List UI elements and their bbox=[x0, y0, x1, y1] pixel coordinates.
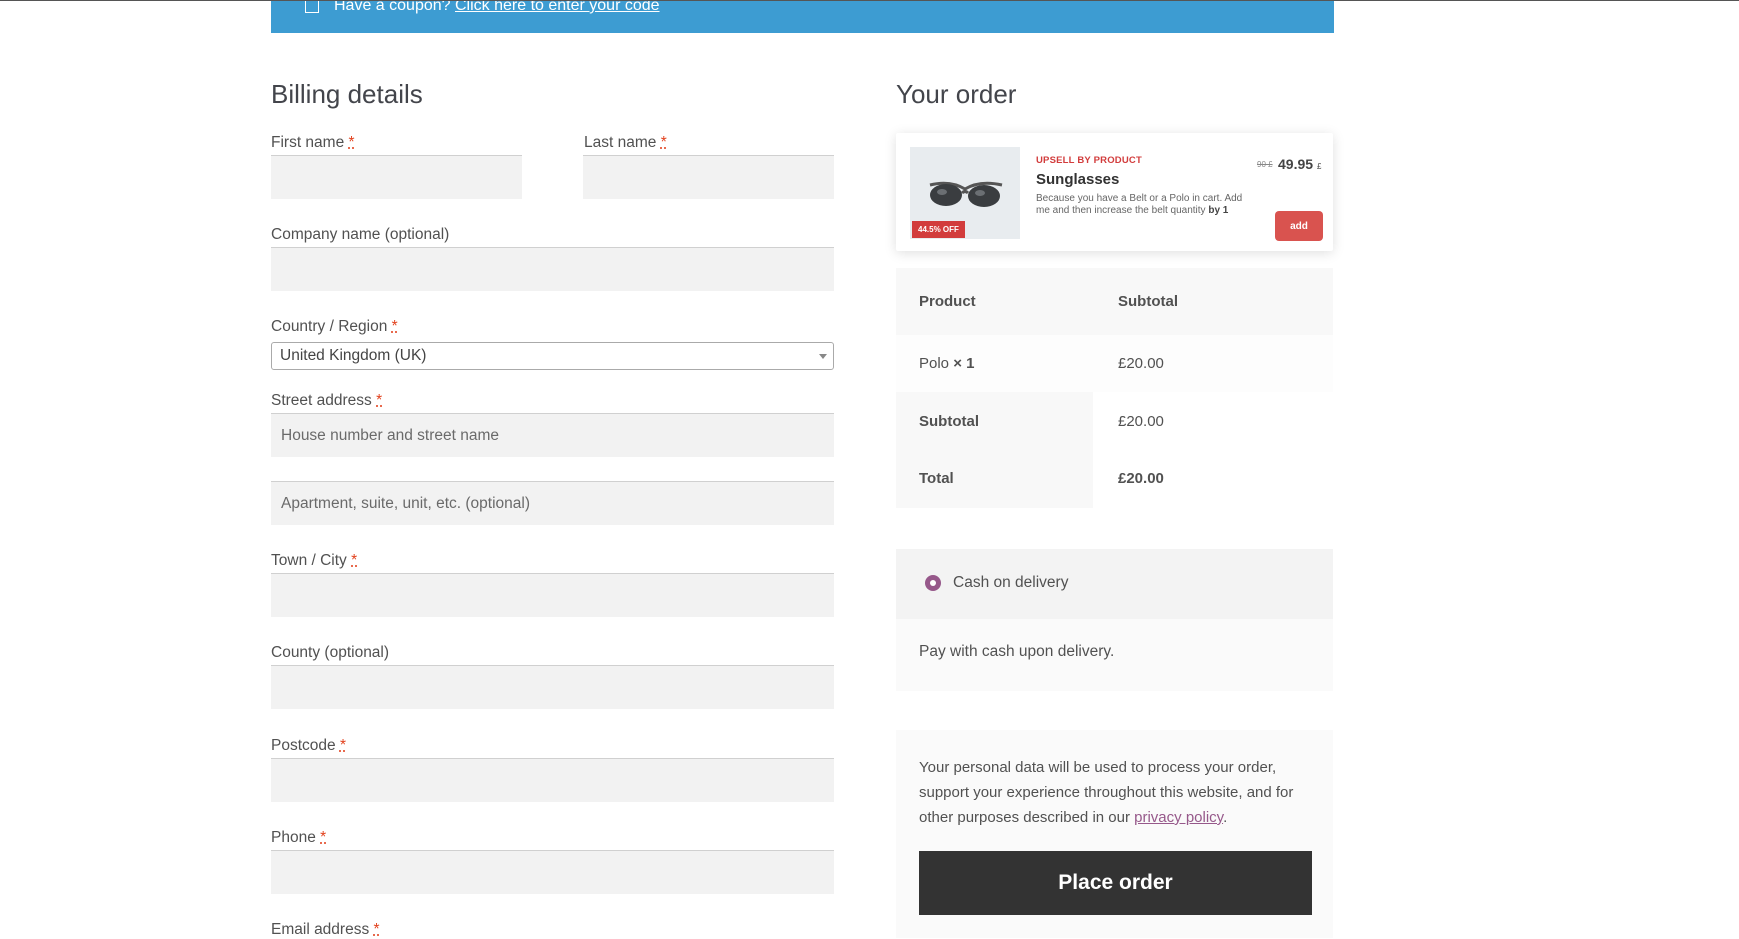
first-name-input[interactable] bbox=[271, 155, 522, 199]
sunglasses-image: 44.5% OFF bbox=[910, 147, 1020, 239]
upsell-description: Because you have a Belt or a Polo in car… bbox=[1036, 193, 1243, 216]
street-label: Street address * bbox=[271, 392, 383, 409]
coupon-link[interactable]: Click here to enter your code bbox=[455, 1, 660, 14]
phone-input[interactable] bbox=[271, 850, 834, 894]
privacy-notice: Your personal data will be used to proce… bbox=[919, 759, 1294, 826]
phone-label: Phone * bbox=[271, 829, 327, 846]
coupon-notice: Have a coupon? Click here to enter your … bbox=[271, 1, 1334, 33]
payment-description-box: Pay with cash upon delivery. bbox=[896, 619, 1333, 691]
county-label: County (optional) bbox=[271, 644, 390, 661]
subtotal-value: £20.00 bbox=[1118, 413, 1164, 430]
apartment-input[interactable] bbox=[271, 481, 834, 525]
company-input[interactable] bbox=[271, 247, 834, 291]
table-row: Polo × 1 £20.00 bbox=[896, 335, 1333, 392]
subtotal-label: Subtotal bbox=[919, 413, 979, 430]
upsell-card: 44.5% OFF UPSELL BY PRODUCT Sunglasses B… bbox=[896, 133, 1333, 251]
payment-description: Pay with cash upon delivery. bbox=[919, 643, 1115, 660]
order-review-table: Product Subtotal Polo × 1 £20.00 Subtota… bbox=[896, 268, 1333, 508]
last-name-input[interactable] bbox=[583, 155, 834, 199]
checkbox-icon bbox=[305, 1, 319, 13]
table-header: Product Subtotal bbox=[896, 268, 1333, 335]
coupon-text: Have a coupon? Click here to enter your … bbox=[334, 1, 660, 15]
country-label: Country / Region * bbox=[271, 318, 398, 335]
email-label: Email address * bbox=[271, 921, 380, 938]
upsell-tag: UPSELL BY PRODUCT bbox=[1036, 155, 1142, 166]
new-price: 49.95 £ bbox=[1278, 156, 1322, 172]
place-order-section: Your personal data will be used to proce… bbox=[896, 730, 1333, 938]
total-label: Total bbox=[919, 470, 954, 487]
add-upsell-button[interactable]: add bbox=[1275, 211, 1323, 241]
order-title: Your order bbox=[896, 79, 1017, 109]
upsell-product-name: Sunglasses bbox=[1036, 171, 1120, 188]
payment-method[interactable]: Cash on delivery bbox=[896, 549, 1333, 619]
last-name-label: Last name * bbox=[584, 134, 667, 151]
discount-badge: 44.5% OFF bbox=[912, 221, 965, 238]
place-order-button[interactable]: Place order bbox=[919, 851, 1312, 915]
company-label: Company name (optional) bbox=[271, 226, 450, 243]
payment-radio[interactable] bbox=[925, 575, 941, 591]
first-name-label: First name * bbox=[271, 134, 355, 151]
dropdown-arrow-icon bbox=[819, 354, 827, 359]
total-value: £20.00 bbox=[1118, 470, 1164, 487]
county-input[interactable] bbox=[271, 665, 834, 709]
postcode-input[interactable] bbox=[271, 758, 834, 802]
city-input[interactable] bbox=[271, 573, 834, 617]
billing-title: Billing details bbox=[271, 79, 423, 109]
city-label: Town / City * bbox=[271, 552, 358, 569]
totals-labels: Subtotal Total bbox=[896, 392, 1093, 508]
street-input[interactable] bbox=[271, 413, 834, 457]
country-select[interactable]: United Kingdom (UK) bbox=[271, 342, 834, 370]
privacy-policy-link[interactable]: privacy policy bbox=[1134, 809, 1223, 826]
old-price: 90 £ bbox=[1257, 160, 1273, 169]
postcode-label: Postcode * bbox=[271, 737, 346, 754]
payment-method-label: Cash on delivery bbox=[953, 574, 1069, 591]
